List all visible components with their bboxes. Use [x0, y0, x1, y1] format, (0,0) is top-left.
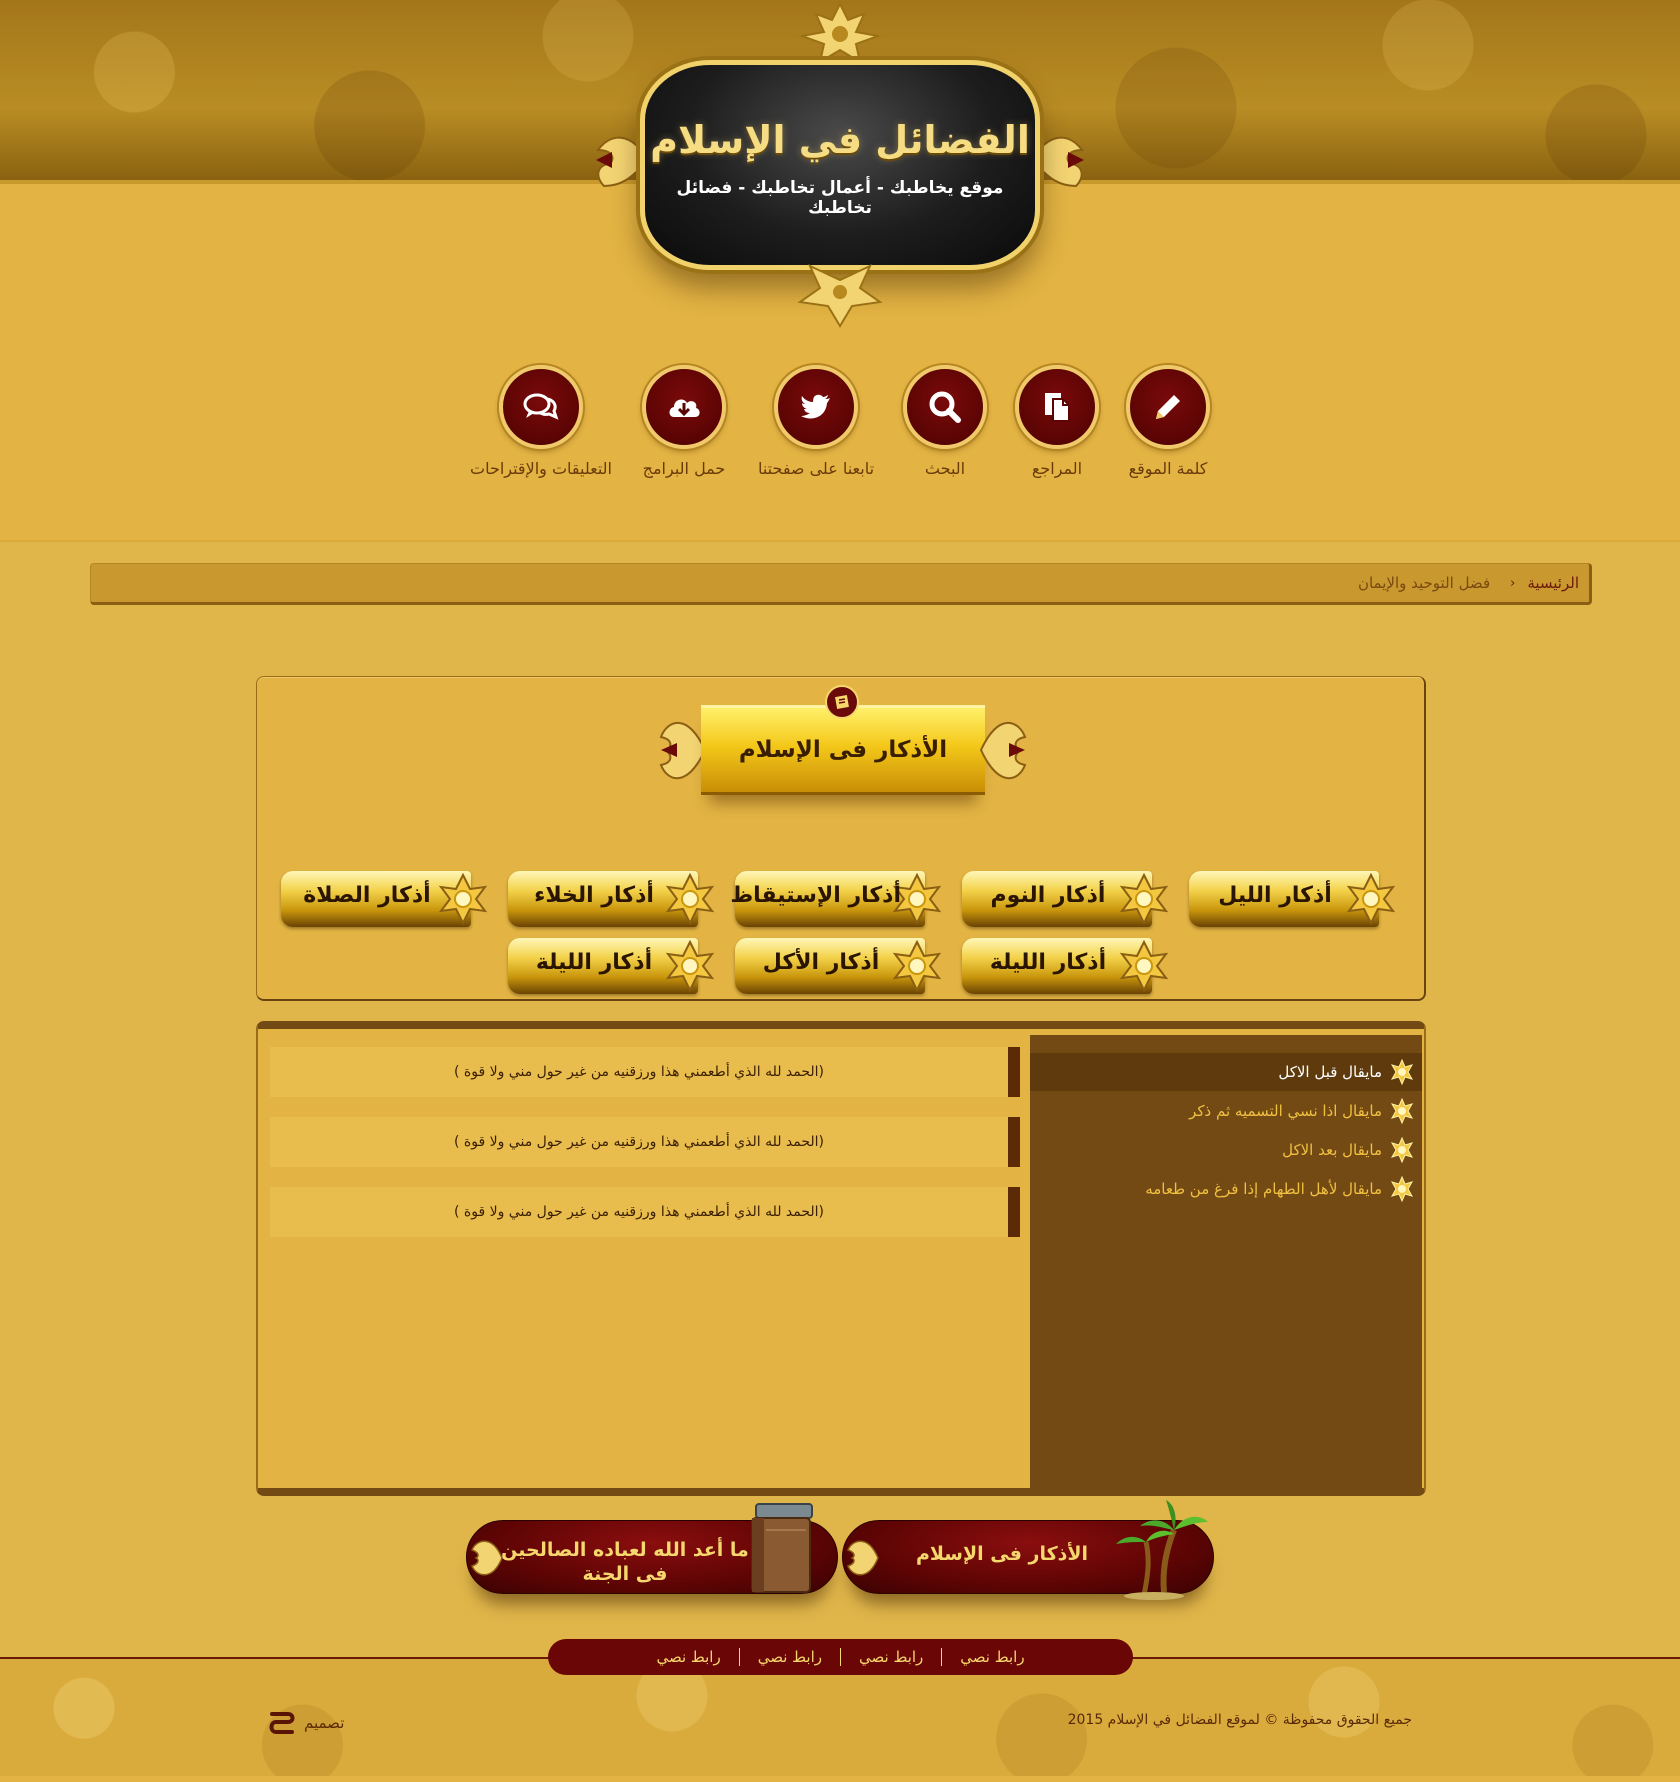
footer-link[interactable]: رابط نصي — [840, 1648, 941, 1666]
design-label: تصميم — [304, 1714, 345, 1732]
azkar-button-prayer[interactable]: أذكار الصلاة — [281, 869, 491, 929]
cloud-download-icon — [669, 399, 700, 417]
search-icon — [929, 391, 961, 423]
copyright-text: جميع الحقوق محفوظة © لموقع الفضائل في ال… — [1067, 1712, 1412, 1728]
breadcrumb-current: فضل التوحيد والإيمان — [1357, 574, 1491, 592]
chevron-left-icon: ‹ — [1510, 575, 1516, 591]
promo-text: ما أعد الله لعباده الصالحين فى الجنة — [501, 1539, 749, 1585]
twitter-icon — [801, 394, 830, 419]
site-tagline: موقع يخاطبك - أعمال تخاطبك - فضائل تخاطب… — [676, 178, 1004, 218]
flower-icon — [1390, 1058, 1414, 1086]
site-title: الفضائل في الإسلام — [650, 118, 1030, 162]
book-icon — [835, 695, 849, 709]
nav-circle — [1015, 365, 1099, 449]
button-label: أذكار النوم — [990, 883, 1106, 908]
button-label: أذكار الليلة — [535, 950, 653, 975]
azkar-button-waking[interactable]: أذكار الإستيقاظ — [730, 869, 945, 929]
pencil-icon — [1156, 395, 1180, 419]
dua-text: (الحمد لله الذي أطعمني هذا ورزقنيه من غي… — [453, 1204, 825, 1220]
ornament-right-icon — [979, 721, 1027, 780]
bottom-strip — [0, 1776, 1680, 1782]
content-frame: مايقال قبل الاكل مايقال اذا نسي التسميه … — [256, 1021, 1426, 1496]
flower-icon — [1390, 1097, 1414, 1125]
sidebar-item-label: مايقال قبل الاكل — [1278, 1063, 1382, 1081]
nav-download[interactable]: حمل البرامج — [604, 365, 764, 478]
footer-link[interactable]: رابط نصي — [638, 1648, 738, 1666]
designer-logo-icon — [269, 1712, 295, 1734]
azkar-button-sleep[interactable]: أذكار النوم — [962, 869, 1172, 929]
ornament-crown-icon — [798, 2, 882, 65]
sidebar-item-forgot-basmala[interactable]: مايقال اذا نسي التسميه ثم ذكر — [1030, 1092, 1422, 1130]
sidebar-item-before-eating[interactable]: مايقال قبل الاكل — [1030, 1053, 1422, 1091]
dua-row: (الحمد لله الذي أطعمني هذا ورزقنيه من غي… — [270, 1047, 1020, 1097]
nav-comments[interactable]: التعليقات والإقتراحات — [461, 365, 621, 478]
nav-circle — [642, 365, 726, 449]
button-label: أذكار الليلة — [989, 950, 1107, 975]
nav-circle — [499, 365, 583, 449]
designer-credit[interactable]: تصميم — [268, 1708, 344, 1738]
scroll-icon — [825, 685, 859, 719]
azkar-button-tonight-2[interactable]: أذكار الليلة — [508, 936, 718, 996]
button-label: أذكار الأكل — [762, 950, 880, 975]
ornament-left-icon — [471, 1540, 503, 1576]
breadcrumb-home-link[interactable]: الرئيسية — [1527, 574, 1579, 592]
ornament-left-icon — [659, 721, 707, 780]
azkar-button-eating[interactable]: أذكار الأكل — [735, 936, 945, 996]
footer-pattern-band — [0, 1657, 1680, 1782]
sidebar-item-after-eating[interactable]: مايقال بعد الاكل — [1030, 1131, 1422, 1169]
footer-link[interactable]: رابط نصي — [738, 1648, 840, 1666]
nav-label: حمل البرامج — [642, 459, 726, 478]
palm-tree-icon — [1116, 1500, 1208, 1600]
sidebar-item-label: مايقال بعد الاكل — [1282, 1141, 1382, 1159]
azkar-button-night[interactable]: أذكار الليل — [1189, 869, 1399, 929]
button-label: أذكار الصلاة — [303, 883, 431, 908]
ornament-bottom-icon — [797, 263, 883, 328]
promo-text: الأذكار فى الإسلام — [915, 1543, 1089, 1565]
button-label: أذكار الخلاء — [534, 883, 654, 908]
azkar-panel: الأذكار فى الإسلام أذكار الليل أذكار الن… — [256, 676, 1426, 1001]
dua-row: (الحمد لله الذي أطعمني هذا ورزقنيه من غي… — [270, 1187, 1020, 1237]
comments-icon — [523, 393, 559, 420]
sidebar-item-to-hosts[interactable]: مايقال لأهل الطهام إذا فرغ من طعامه — [1030, 1170, 1422, 1208]
sidebar: مايقال قبل الاكل مايقال اذا نسي التسميه … — [1030, 1035, 1422, 1488]
azkar-button-restroom[interactable]: أذكار الخلاء — [508, 869, 718, 929]
nav-circle — [1126, 365, 1210, 449]
flower-icon — [1390, 1175, 1414, 1203]
breadcrumb: الرئيسية ‹ فضل التوحيد والإيمان — [90, 563, 1592, 605]
button-label: أذكار الليل — [1218, 883, 1332, 908]
promo-paradise[interactable]: ما أعد الله لعباده الصالحين فى الجنة — [466, 1500, 838, 1616]
button-label: أذكار الإستيقاظ — [730, 883, 901, 908]
sidebar-item-label: مايقال لأهل الطهام إذا فرغ من طعامه — [1145, 1180, 1382, 1198]
ornament-left-icon — [847, 1540, 879, 1576]
section-title: الأذكار فى الإسلام — [738, 737, 948, 763]
dua-text: (الحمد لله الذي أطعمني هذا ورزقنيه من غي… — [453, 1064, 825, 1080]
nav-circle — [903, 365, 987, 449]
sidebar-item-label: مايقال اذا نسي التسميه ثم ذكر — [1189, 1102, 1382, 1120]
documents-icon — [1045, 393, 1070, 422]
nav-label: التعليقات والإقتراحات — [470, 459, 612, 478]
flower-icon — [1390, 1136, 1414, 1164]
site-logo[interactable]: الفضائل في الإسلام موقع يخاطبك - أعمال ت… — [590, 0, 1090, 330]
azkar-button-tonight[interactable]: أذكار الليلة — [962, 936, 1172, 996]
books-icon — [751, 1503, 813, 1593]
promo-azkar[interactable]: الأذكار فى الإسلام — [842, 1500, 1214, 1616]
footer-links: رابط نصي رابط نصي رابط نصي رابط نصي — [548, 1639, 1133, 1675]
nav-circle — [774, 365, 858, 449]
section-banner: الأذكار فى الإسلام — [657, 685, 1029, 805]
dua-row: (الحمد لله الذي أطعمني هذا ورزقنيه من غي… — [270, 1117, 1020, 1167]
logo-badge — [640, 60, 1040, 270]
footer-link[interactable]: رابط نصي — [941, 1648, 1042, 1666]
dua-text: (الحمد لله الذي أطعمني هذا ورزقنيه من غي… — [453, 1134, 825, 1150]
